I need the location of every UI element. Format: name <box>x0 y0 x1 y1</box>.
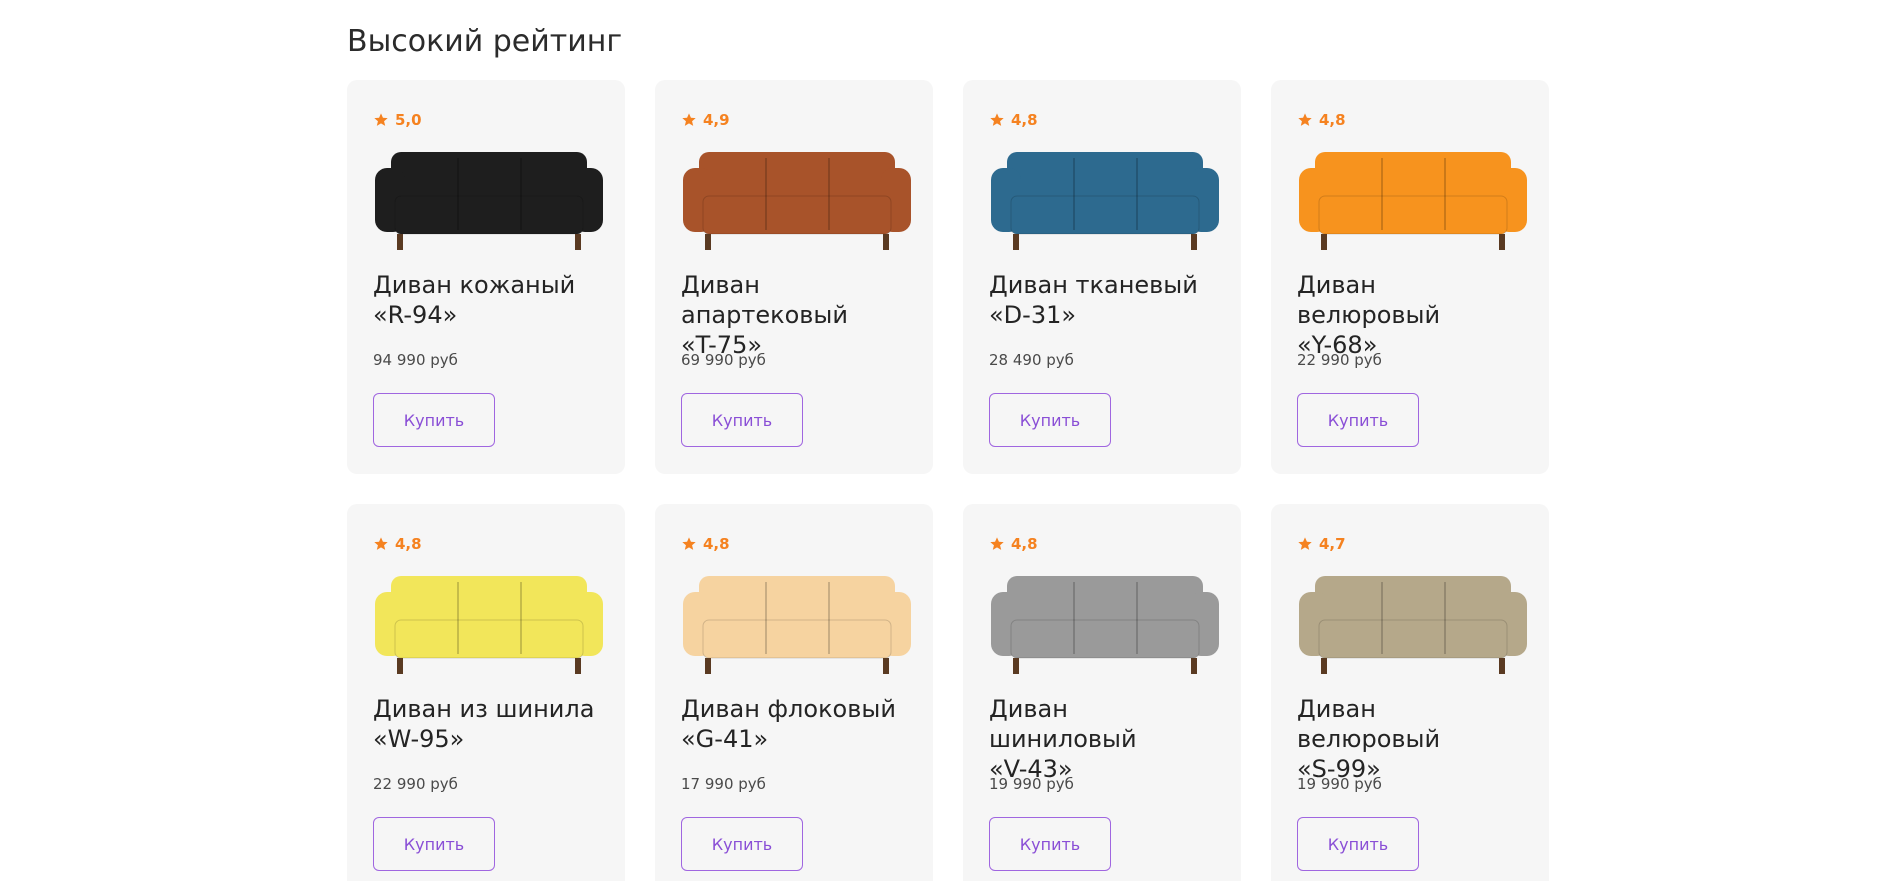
product-price: 19 990 руб <box>1297 775 1382 793</box>
buy-button[interactable]: Купить <box>1297 393 1419 447</box>
product-name: Диван велюровый <box>1297 695 1441 753</box>
product-price: 94 990 руб <box>373 351 458 369</box>
product-model: «G-41» <box>681 725 769 753</box>
peach-flock-sofa-image[interactable] <box>681 568 913 680</box>
product-title: Диван велюровый «S-99» <box>1297 694 1523 783</box>
product-model: «D-31» <box>989 301 1077 329</box>
product-title: Диван велюровый «Y-68» <box>1297 270 1523 359</box>
product-card[interactable]: 4,8 Диван флоковый «G-41» 17 990 руб Куп… <box>655 504 933 881</box>
product-rating: 4,8 <box>1297 110 1523 130</box>
product-price: 22 990 руб <box>373 775 458 793</box>
brown-leather-sofa-image[interactable] <box>681 144 913 256</box>
product-title: Диван шиниловый «V-43» <box>989 694 1215 783</box>
star-icon <box>1298 113 1312 126</box>
product-title: Диван кожаный «R-94» <box>373 270 599 330</box>
rating-value: 4,8 <box>1011 111 1038 129</box>
product-price: 69 990 руб <box>681 351 766 369</box>
star-icon <box>990 537 1004 550</box>
product-name: Диван велюровый <box>1297 271 1441 329</box>
product-name: Диван флоковый <box>681 695 896 723</box>
beige-velour-sofa-image[interactable] <box>1297 568 1529 680</box>
product-title: Диван апартековый «T-75» <box>681 270 907 359</box>
product-grid: 5,0 Диван кожаный «R-94» 94 990 руб Купи… <box>347 80 1549 881</box>
product-rating: 4,8 <box>989 110 1215 130</box>
grey-chenille-sofa-image[interactable] <box>989 568 1221 680</box>
rating-value: 4,7 <box>1319 535 1346 553</box>
star-icon <box>1298 537 1312 550</box>
product-name: Диван апартековый <box>681 271 848 329</box>
product-name: Диван кожаный <box>373 271 576 299</box>
product-rating: 5,0 <box>373 110 599 130</box>
product-price: 28 490 руб <box>989 351 1074 369</box>
product-rating: 4,8 <box>989 534 1215 554</box>
product-price: 17 990 руб <box>681 775 766 793</box>
product-rating: 4,8 <box>373 534 599 554</box>
product-name: Диван из шинила <box>373 695 595 723</box>
rating-value: 4,8 <box>395 535 422 553</box>
product-title: Диван из шинила «W-95» <box>373 694 599 754</box>
orange-velour-sofa-image[interactable] <box>1297 144 1529 256</box>
buy-button[interactable]: Купить <box>1297 817 1419 871</box>
star-icon <box>682 537 696 550</box>
blue-fabric-sofa-image[interactable] <box>989 144 1221 256</box>
product-rating: 4,8 <box>681 534 907 554</box>
buy-button[interactable]: Купить <box>681 817 803 871</box>
yellow-chenille-sofa-image[interactable] <box>373 568 605 680</box>
product-card[interactable]: 4,7 Диван велюровый «S-99» 19 990 руб Ку… <box>1271 504 1549 881</box>
black-leather-chesterfield-sofa-image[interactable] <box>373 144 605 256</box>
product-card[interactable]: 4,8 Диван велюровый «Y-68» 22 990 руб Ку… <box>1271 80 1549 474</box>
star-icon <box>374 113 388 126</box>
buy-button[interactable]: Купить <box>989 817 1111 871</box>
product-model: «W-95» <box>373 725 465 753</box>
star-icon <box>990 113 1004 126</box>
product-price: 22 990 руб <box>1297 351 1382 369</box>
product-price: 19 990 руб <box>989 775 1074 793</box>
product-card[interactable]: 4,8 Диван шиниловый «V-43» 19 990 руб Ку… <box>963 504 1241 881</box>
buy-button[interactable]: Купить <box>373 393 495 447</box>
star-icon <box>374 537 388 550</box>
product-name: Диван тканевый <box>989 271 1198 299</box>
product-rating: 4,9 <box>681 110 907 130</box>
buy-button[interactable]: Купить <box>989 393 1111 447</box>
product-name: Диван шиниловый <box>989 695 1137 753</box>
product-title: Диван тканевый «D-31» <box>989 270 1215 330</box>
product-rating: 4,7 <box>1297 534 1523 554</box>
page: Высокий рейтинг 5,0 Диван кожаный «R-94»… <box>0 0 1887 881</box>
buy-button[interactable]: Купить <box>681 393 803 447</box>
rating-value: 4,8 <box>703 535 730 553</box>
section-title: Высокий рейтинг <box>347 24 623 59</box>
product-card[interactable]: 4,8 Диван из шинила «W-95» 22 990 руб Ку… <box>347 504 625 881</box>
product-title: Диван флоковый «G-41» <box>681 694 907 754</box>
rating-value: 4,8 <box>1319 111 1346 129</box>
star-icon <box>682 113 696 126</box>
product-card[interactable]: 5,0 Диван кожаный «R-94» 94 990 руб Купи… <box>347 80 625 474</box>
rating-value: 5,0 <box>395 111 422 129</box>
product-model: «R-94» <box>373 301 458 329</box>
buy-button[interactable]: Купить <box>373 817 495 871</box>
product-card[interactable]: 4,8 Диван тканевый «D-31» 28 490 руб Куп… <box>963 80 1241 474</box>
product-card[interactable]: 4,9 Диван апартековый «T-75» 69 990 руб … <box>655 80 933 474</box>
rating-value: 4,9 <box>703 111 730 129</box>
rating-value: 4,8 <box>1011 535 1038 553</box>
